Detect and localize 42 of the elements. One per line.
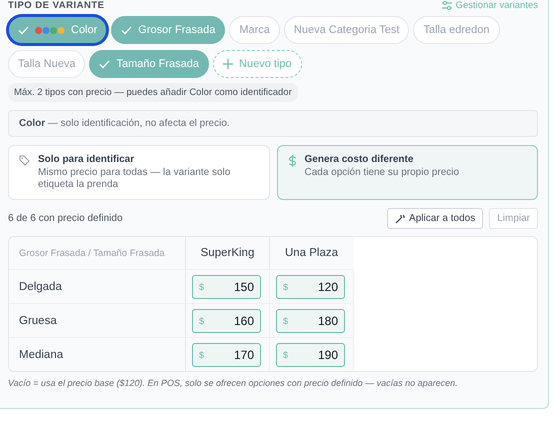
- new-type-button[interactable]: Nuevo tipo: [213, 50, 302, 78]
- wand-icon: [395, 214, 406, 224]
- row-label: Mediana: [9, 338, 186, 371]
- corner-header: Grosor Frasada / Tamaño Frasada: [9, 237, 186, 270]
- option-description: Cada opción tiene su propio precio: [304, 167, 460, 179]
- price-field[interactable]: $ 170: [192, 342, 261, 366]
- variant-type-chip[interactable]: Marca: [229, 16, 280, 44]
- option-title: Solo para identificar: [38, 154, 136, 165]
- price-field[interactable]: $ 120: [276, 274, 345, 298]
- price-field[interactable]: $ 160: [192, 308, 261, 332]
- column-header: Una Plaza: [270, 237, 353, 270]
- row-label: Delgada: [9, 270, 186, 304]
- limit-hint: Máx. 2 tipos con precio — puedes añadir Color como identificador: [8, 83, 298, 102]
- option-title: Genera costo diferente: [304, 154, 414, 165]
- check-icon: [121, 26, 132, 34]
- apply-all-button[interactable]: Aplicar a todos: [387, 208, 484, 229]
- column-header: SuperKing: [186, 237, 270, 270]
- price-mode-option[interactable]: Solo para identificar Mismo precio para todas — la variante solo etiqueta la prenda: [8, 145, 270, 200]
- footnote: Vacío = usa el precio base ($120). En POS, solo se ofrecen opciones con precio definido — vacías no aparecen.: [8, 378, 459, 388]
- variant-type-chip[interactable]: Grosor Frasada: [111, 16, 226, 44]
- variant-type-chip[interactable]: Tamaño Frasada: [89, 50, 210, 78]
- check-icon: [99, 60, 110, 68]
- clear-button[interactable]: Limpiar: [489, 208, 538, 229]
- price-field[interactable]: $ 190: [276, 342, 345, 366]
- color-note: Color — solo identificación, no afecta el precio.: [8, 110, 538, 137]
- variant-type-chip[interactable]: Talla Nueva: [8, 50, 86, 78]
- price-count: 6 de 6 con precio definido: [8, 213, 124, 224]
- section-title: TIPO DE VARIANTE: [8, 0, 104, 11]
- manage-variants-link[interactable]: Gestionar variantes: [442, 0, 538, 11]
- color-dots-icon: [35, 26, 65, 34]
- variant-type-chip[interactable]: Nueva Categoria Test: [284, 16, 410, 44]
- variant-type-chip[interactable]: Talla edredon: [413, 16, 500, 44]
- row-label: Gruesa: [9, 304, 186, 338]
- price-field[interactable]: $ 180: [276, 308, 345, 332]
- check-icon: [18, 26, 29, 34]
- plus-icon: [223, 59, 234, 69]
- variant-type-chip[interactable]: Color: [8, 16, 108, 44]
- dollar-icon: [288, 155, 296, 167]
- tag-icon: [19, 155, 30, 166]
- option-description: Mismo precio para todas — la variante solo etiqueta la prenda: [38, 167, 232, 191]
- price-field[interactable]: $ 150: [192, 274, 261, 298]
- price-mode-option[interactable]: Genera costo diferente Cada opción tiene su propio precio: [276, 145, 538, 200]
